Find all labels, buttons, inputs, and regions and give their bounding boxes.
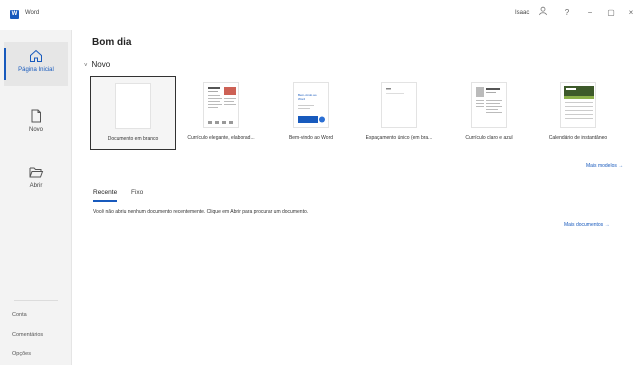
new-document-icon <box>31 109 41 123</box>
folder-open-icon <box>29 167 44 178</box>
template-label: Currículo claro e azul <box>465 135 513 141</box>
sidebar-item-new[interactable]: Novo <box>4 102 68 146</box>
page-title: Bom dia <box>92 37 132 48</box>
home-icon <box>30 49 42 62</box>
word-logo-icon: W <box>10 10 19 19</box>
sidebar-item-label: Página Inicial <box>18 67 54 73</box>
template-label: Calendário de instantâneo <box>548 135 608 141</box>
user-account[interactable]: Isaac <box>515 10 529 16</box>
sidebar: Página Inicial Novo Abrir Conta Comentár… <box>0 30 72 365</box>
template-blank-document[interactable]: Documento em branco <box>90 76 176 150</box>
sidebar-divider <box>14 300 58 301</box>
sidebar-item-label: Novo <box>28 127 43 133</box>
coauthoring-icon[interactable] <box>536 6 550 20</box>
template-thumbnail <box>115 83 151 129</box>
maximize-icon[interactable]: ▢ <box>604 6 618 20</box>
sidebar-item-home[interactable]: Página Inicial <box>4 42 68 86</box>
close-icon[interactable]: × <box>624 6 638 20</box>
template-thumbnail: Bem-vindo ao Word <box>293 82 329 128</box>
template-thumbnail <box>203 82 239 128</box>
recent-empty-message: Você não abriu nenhum documento recentem… <box>93 209 309 215</box>
sidebar-link-options[interactable]: Opções <box>12 351 62 357</box>
help-icon[interactable]: ? <box>560 6 574 20</box>
template-thumbnail <box>381 82 417 128</box>
new-section-title: Novo <box>91 60 111 69</box>
template-thumbnail <box>471 82 507 128</box>
more-templates-link[interactable]: Mais modelos → <box>586 163 623 169</box>
template-single-spaced[interactable]: Espaçamento único (em bra... <box>356 76 442 150</box>
new-section-toggle[interactable]: ˅ Novo <box>84 60 110 69</box>
tab-pinned[interactable]: Fixo <box>131 189 143 196</box>
template-label: Currículo elegante, elaborad... <box>187 135 255 141</box>
tab-recent[interactable]: Recente <box>93 189 118 202</box>
template-label: Espaçamento único (em bra... <box>365 135 433 141</box>
sidebar-item-open[interactable]: Abrir <box>4 158 68 202</box>
template-thumbnail <box>560 82 596 128</box>
sidebar-link-feedback[interactable]: Comentários <box>12 332 62 338</box>
template-snapshot-calendar[interactable]: Calendário de instantâneo <box>535 76 621 150</box>
template-blue-resume[interactable]: Currículo claro e azul <box>446 76 532 150</box>
more-documents-link[interactable]: Mais documentos → <box>564 222 610 228</box>
chevron-down-icon: ˅ <box>84 63 88 69</box>
minimize-icon[interactable]: − <box>583 6 597 20</box>
template-welcome-to-word[interactable]: Bem-vindo ao Word Bem-vindo ao Word <box>268 76 354 150</box>
template-label: Documento em branco <box>107 136 159 142</box>
template-label: Bem-vindo ao Word <box>288 135 334 141</box>
sidebar-item-label: Abrir <box>29 183 43 189</box>
sidebar-link-account[interactable]: Conta <box>12 312 62 318</box>
template-elegant-resume[interactable]: Currículo elegante, elaborad... <box>178 76 264 150</box>
title-bar: W Word Isaac ? − ▢ × <box>0 0 640 30</box>
window-title: Word <box>25 10 40 16</box>
